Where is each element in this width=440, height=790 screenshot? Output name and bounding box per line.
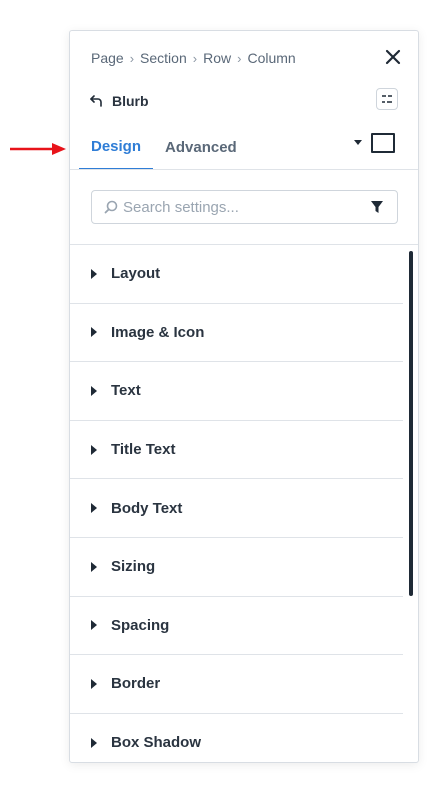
group-box-shadow[interactable]: Box Shadow [70,714,403,762]
tab-design[interactable]: Design [79,125,154,170]
filter-icon[interactable] [370,200,384,214]
group-label: Spacing [111,616,170,634]
breadcrumb: Page › Section › Row › Column [91,48,296,68]
module-header: Blurb [90,91,149,111]
desktop-view-icon[interactable] [371,133,395,153]
tab-bar: Design Advanced [79,125,249,170]
group-text[interactable]: Text [70,362,403,421]
breadcrumb-separator-icon: › [129,50,135,66]
caret-right-icon [91,678,97,689]
search-icon [104,200,118,214]
breadcrumb-separator-icon: › [237,50,242,66]
group-layout[interactable]: Layout [70,245,403,304]
group-label: Title Text [111,441,176,459]
breadcrumb-page[interactable]: Page [91,50,124,66]
sliders-icon [382,95,392,103]
settings-panel: Page › Section › Row › Column Blurb Desi… [69,30,419,763]
group-label: Sizing [111,558,156,576]
group-image-icon[interactable]: Image & Icon [70,304,403,363]
group-label: Layout [111,265,161,283]
caret-right-icon [91,327,97,338]
group-label: Box Shadow [111,734,202,752]
group-label: Image & Icon [111,323,205,341]
group-label: Body Text [111,499,183,517]
back-arrow-icon[interactable] [90,94,104,108]
option-groups: Layout Image & Icon Text Title Text Body… [70,245,403,762]
caret-right-icon [91,503,97,514]
caret-right-icon [91,385,97,396]
caret-right-icon [91,561,97,572]
header-divider [70,169,418,170]
caret-right-icon [91,268,97,279]
caret-right-icon [91,444,97,455]
group-label: Border [111,675,161,693]
tab-advanced[interactable]: Advanced [153,125,249,170]
presets-button[interactable] [376,88,398,110]
breadcrumb-column[interactable]: Column [247,50,295,66]
view-controls [353,133,395,153]
group-title-text[interactable]: Title Text [70,421,403,480]
breadcrumb-row[interactable]: Row [203,50,231,66]
search-input[interactable] [123,198,370,216]
caret-right-icon [91,737,97,748]
annotation-arrow [10,143,66,155]
group-body-text[interactable]: Body Text [70,479,403,538]
caret-down-icon[interactable] [353,139,363,147]
caret-right-icon [91,620,97,631]
close-icon[interactable] [384,48,402,66]
group-spacing[interactable]: Spacing [70,597,403,656]
group-sizing[interactable]: Sizing [70,538,403,597]
search-box [91,190,398,224]
scrollbar[interactable] [409,251,413,596]
breadcrumb-section[interactable]: Section [140,50,187,66]
group-label: Text [111,382,141,400]
breadcrumb-separator-icon: › [192,50,198,66]
group-border[interactable]: Border [70,655,403,714]
module-title: Blurb [112,93,149,109]
